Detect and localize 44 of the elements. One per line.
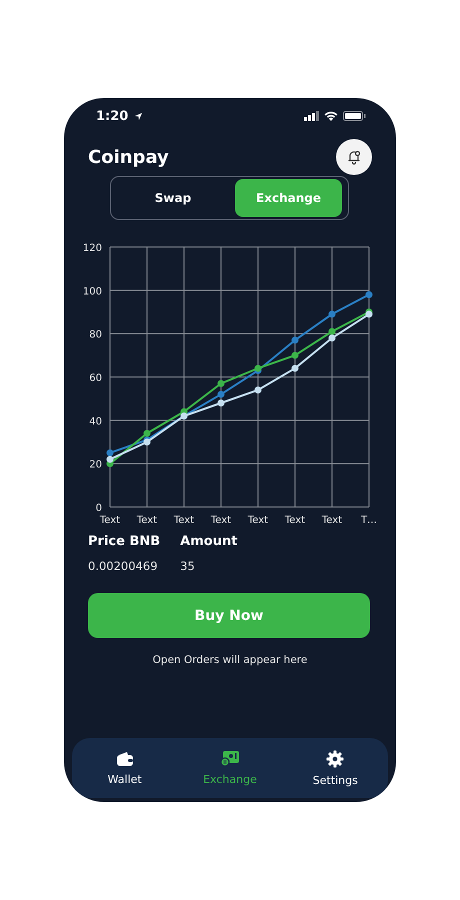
y-axis-label: 40 [89, 416, 102, 428]
y-axis-label: 0 [96, 503, 102, 514]
y-axis-label: 120 [82, 243, 102, 254]
y-axis-label: 100 [82, 286, 102, 298]
wallet-icon [116, 750, 134, 766]
stat-label: Amount [180, 534, 238, 549]
status-time: 1:20 [96, 108, 128, 124]
nav-tab[interactable]: Settings [295, 750, 376, 786]
wifi-icon [324, 111, 338, 121]
segment-tab[interactable]: Swap [115, 179, 231, 217]
settings-icon [326, 750, 344, 768]
data-point [292, 352, 298, 359]
notification-button[interactable] [336, 139, 372, 175]
data-point [254, 386, 262, 394]
y-axis-label: 80 [89, 330, 102, 341]
y-axis-label: 20 [89, 460, 102, 471]
exchange-icon [220, 750, 240, 767]
x-axis-label: Text [210, 515, 232, 526]
nav-tab[interactable]: Exchange [190, 750, 270, 786]
y-axis-label: 60 [89, 373, 102, 384]
x-axis-label: T… [360, 515, 378, 526]
empty-orders-note: Open Orders will appear here [152, 654, 308, 666]
nav-tab[interactable]: Wallet [84, 750, 165, 786]
x-axis-label: Text [100, 515, 120, 526]
battery-icon [343, 111, 366, 121]
x-axis-label: Text [284, 515, 306, 526]
x-axis-label: Text [322, 515, 342, 526]
stat-label: Price BNB [88, 534, 160, 549]
data-point [366, 291, 372, 298]
data-point [292, 336, 298, 344]
data-point [218, 400, 224, 406]
data-point [328, 310, 336, 318]
stat-value: 35 [180, 559, 196, 573]
data-point [218, 390, 224, 398]
data-point [292, 364, 298, 372]
stat-value: 0.00200469 [88, 559, 159, 573]
bell-icon [346, 149, 362, 165]
location-arrow-icon [134, 112, 144, 120]
signal-icon [304, 111, 319, 121]
x-axis-label: Text [248, 515, 268, 526]
x-axis-label: Text [136, 515, 158, 526]
app-title: Coinpay [88, 146, 169, 168]
data-point [218, 380, 224, 387]
x-axis-label: Text [174, 515, 194, 526]
